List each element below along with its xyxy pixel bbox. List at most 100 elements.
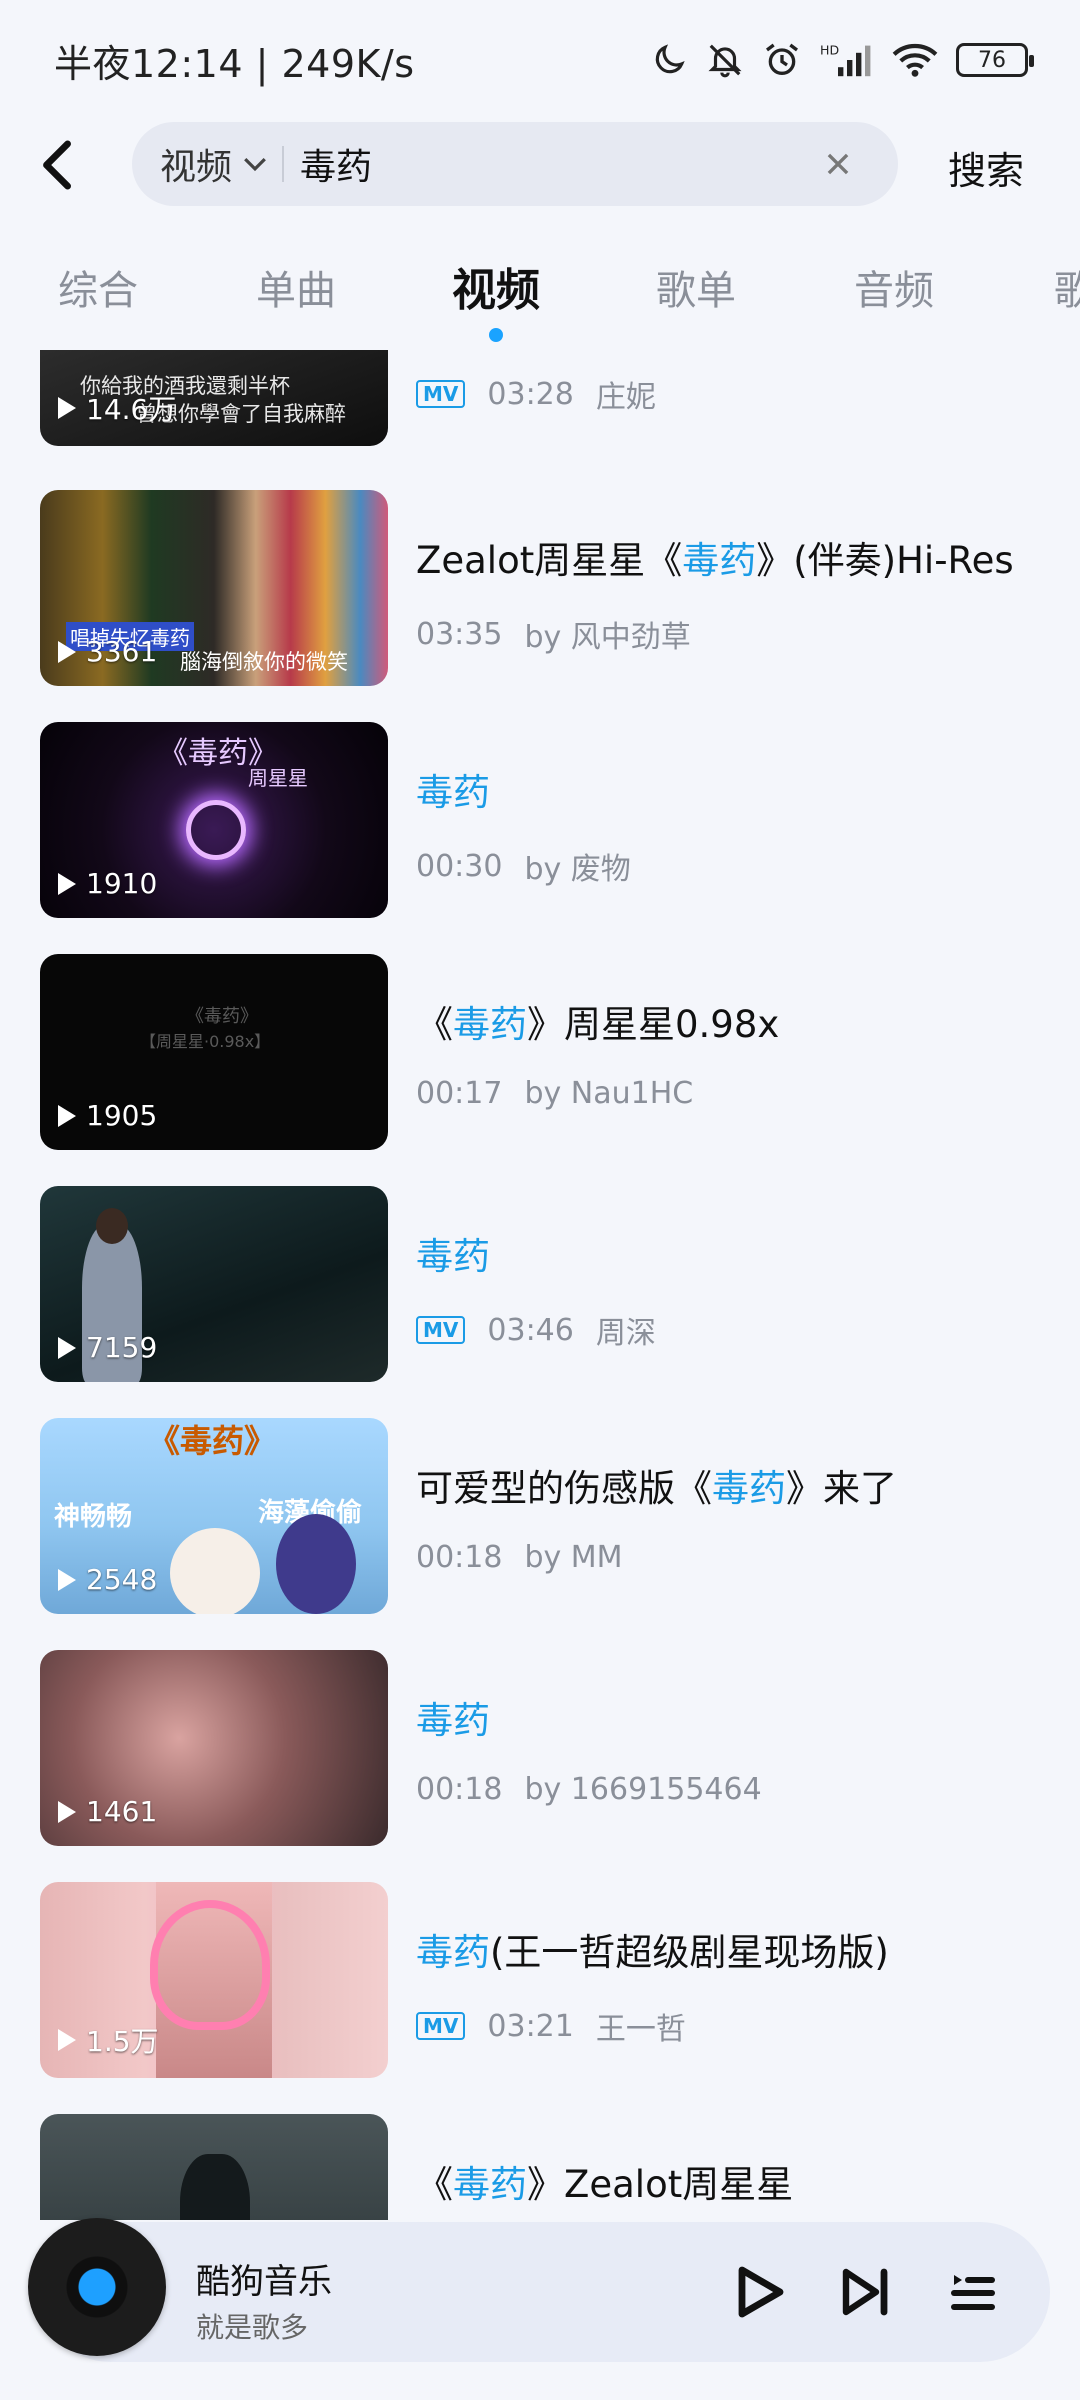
video-item[interactable]: 7159 毒药 MV 03:46 周深 (0, 1186, 1080, 1382)
video-author: by 废物 (524, 852, 631, 887)
mini-player[interactable]: 酷狗音乐 就是歌多 (28, 2218, 1050, 2362)
video-title[interactable]: 可爱型的伤感版《毒药》来了 (416, 1458, 1056, 1512)
title-highlight: 毒药 (416, 1699, 490, 1742)
video-thumbnail[interactable]: 唱掉失忆毒药 腦海倒敘你的微笑 3361 (40, 490, 388, 686)
video-title[interactable]: 毒药 (416, 1226, 1056, 1280)
video-duration: 00:17 (416, 1076, 503, 1111)
video-item[interactable]: 1.5万 毒药(王一哲超级剧星现场版) MV 03:21 王一哲 (0, 1882, 1080, 2078)
back-icon[interactable] (38, 140, 78, 190)
video-title[interactable]: 毒药 (416, 1690, 1056, 1744)
video-author: by MM (524, 1540, 623, 1575)
album-disc[interactable] (28, 2218, 166, 2356)
tab-videos[interactable]: 视频 (452, 254, 540, 318)
search-input[interactable]: 毒药 (300, 138, 808, 190)
video-title[interactable]: 《毒药》Zealot周星星 (416, 2154, 1056, 2208)
title-text: 可爱型的伤感版《 (416, 1467, 712, 1510)
clear-search-button[interactable] (808, 134, 868, 194)
video-title[interactable]: 《毒药》周星星0.98x (416, 994, 1056, 1048)
play-count-value: 2548 (86, 1563, 158, 1596)
play-count: 1461 (58, 1795, 157, 1828)
video-item[interactable]: 《毒药》 【周星星·0.98x】 1905 《毒药》周星星0.98x 00:17… (0, 954, 1080, 1150)
search-scope-select[interactable]: 视频 (132, 122, 268, 206)
video-item[interactable]: 《毒药》Zealot周星星 (0, 2114, 1080, 2220)
play-count-value: 1905 (86, 1099, 158, 1132)
video-thumbnail[interactable]: 《毒药》 【周星星·0.98x】 1905 (40, 954, 388, 1150)
video-thumbnail[interactable]: 你給我的酒我還剩半杯 曾想你學會了自我麻醉 14.6万 (40, 350, 388, 446)
video-author: 庄妮 (595, 380, 656, 415)
video-title[interactable]: 毒药 (416, 762, 1056, 816)
search-scope-label: 视频 (160, 147, 233, 188)
video-thumbnail[interactable]: 1.5万 (40, 1882, 388, 2078)
video-meta: 03:35 by 风中劲草 (416, 612, 691, 656)
video-duration: 00:18 (416, 1772, 503, 1807)
thumb-caption: 《毒药》 (148, 1422, 277, 1460)
video-item[interactable]: 《毒药》 周星星 1910 毒药 00:30 by 废物 (0, 722, 1080, 918)
play-count-icon (58, 1104, 76, 1127)
playlist-button[interactable] (942, 2262, 1002, 2322)
tab-songs[interactable]: 单曲 (256, 258, 336, 316)
video-item[interactable]: 唱掉失忆毒药 腦海倒敘你的微笑 3361 Zealot周星星《毒药》(伴奏)Hi… (0, 490, 1080, 686)
video-duration: 00:18 (416, 1540, 503, 1575)
title-highlight: 毒药 (453, 2163, 527, 2206)
status-bar: 半夜12:14 | 249K/s HD 76 (0, 0, 1080, 120)
play-button[interactable] (730, 2262, 790, 2322)
title-text: 《 (416, 1003, 453, 1046)
mv-badge: MV (416, 2012, 466, 2040)
video-duration: 03:46 (487, 1312, 574, 1348)
next-button[interactable] (836, 2262, 896, 2322)
app-root: 半夜12:14 | 249K/s HD 76 视频 毒药 搜索 综合 单曲 视频… (0, 0, 1080, 2400)
title-text: 》Zealot周星星 (527, 2163, 794, 2206)
play-count-value: 14.6万 (86, 393, 177, 426)
glow-ring (186, 800, 246, 860)
play-count-icon (58, 1800, 76, 1823)
search-header: 视频 毒药 搜索 (0, 122, 1080, 206)
play-count: 7159 (58, 1331, 157, 1364)
thumb-caption: 《毒药》 (186, 1006, 258, 1027)
play-count: 1910 (58, 867, 157, 900)
thumb-caption: 周星星 (248, 766, 308, 790)
play-count-icon (58, 1336, 76, 1359)
search-box[interactable]: 视频 毒药 (132, 122, 898, 206)
skip-next-icon (842, 2268, 888, 2316)
thumb-caption: 【周星星·0.98x】 (140, 1032, 271, 1051)
video-thumbnail[interactable]: 1461 (40, 1650, 388, 1846)
tab-more[interactable]: 歌 (1054, 258, 1080, 316)
video-list[interactable]: 你給我的酒我還剩半杯 曾想你學會了自我麻醉 14.6万 MV 03:28 庄妮 … (0, 350, 1080, 2220)
status-icons: HD 76 (650, 40, 1034, 80)
chevron-down-icon (244, 157, 266, 172)
video-thumbnail[interactable]: 《毒药》 神畅畅 海藻偷偷 2548 (40, 1418, 388, 1614)
search-divider (282, 146, 285, 182)
cartoon-character (276, 1514, 356, 1614)
svg-text:HD: HD (820, 43, 839, 58)
video-item[interactable]: 你給我的酒我還剩半杯 曾想你學會了自我麻醉 14.6万 MV 03:28 庄妮 (0, 350, 1080, 446)
play-count-icon (58, 640, 76, 663)
moon-icon (655, 44, 685, 74)
video-title[interactable]: 毒药(王一哲超级剧星现场版) (416, 1922, 1056, 1976)
video-meta: 00:30 by 废物 (416, 844, 631, 888)
title-highlight: 毒药 (712, 1467, 786, 1510)
play-count-value: 1910 (86, 867, 158, 900)
video-meta: 00:17 by Nau1HC (416, 1076, 693, 1111)
tab-all[interactable]: 综合 (58, 258, 138, 316)
status-time-speed: 半夜12:14 | 249K/s (54, 41, 415, 86)
video-item[interactable]: 《毒药》 神畅畅 海藻偷偷 2548 可爱型的伤感版《毒药》来了 00:18 b… (0, 1418, 1080, 1614)
player-subtitle: 就是歌多 (196, 2311, 309, 2344)
play-count: 3361 (58, 635, 157, 668)
tab-playlists[interactable]: 歌单 (656, 258, 736, 316)
video-meta: MV 03:21 王一哲 (416, 2004, 686, 2048)
video-thumbnail[interactable] (40, 2114, 388, 2220)
video-thumbnail[interactable]: 《毒药》 周星星 1910 (40, 722, 388, 918)
search-button[interactable]: 搜索 (948, 140, 1024, 195)
title-highlight: 毒药 (416, 1235, 490, 1278)
play-count-icon (58, 872, 76, 895)
tab-audio[interactable]: 音频 (854, 258, 934, 316)
title-text: 《 (416, 2163, 453, 2206)
battery-level: 76 (978, 47, 1006, 73)
title-highlight: 毒药 (453, 1003, 527, 1046)
performer-head (96, 1208, 128, 1244)
play-count-icon (58, 2029, 76, 2051)
tab-bar: 综合 单曲 视频 歌单 音频 歌 (0, 240, 1080, 342)
video-thumbnail[interactable]: 7159 (40, 1186, 388, 1382)
video-item[interactable]: 1461 毒药 00:18 by 1669155464 (0, 1650, 1080, 1846)
video-title[interactable]: Zealot周星星《毒药》(伴奏)Hi-Res (416, 530, 1056, 584)
